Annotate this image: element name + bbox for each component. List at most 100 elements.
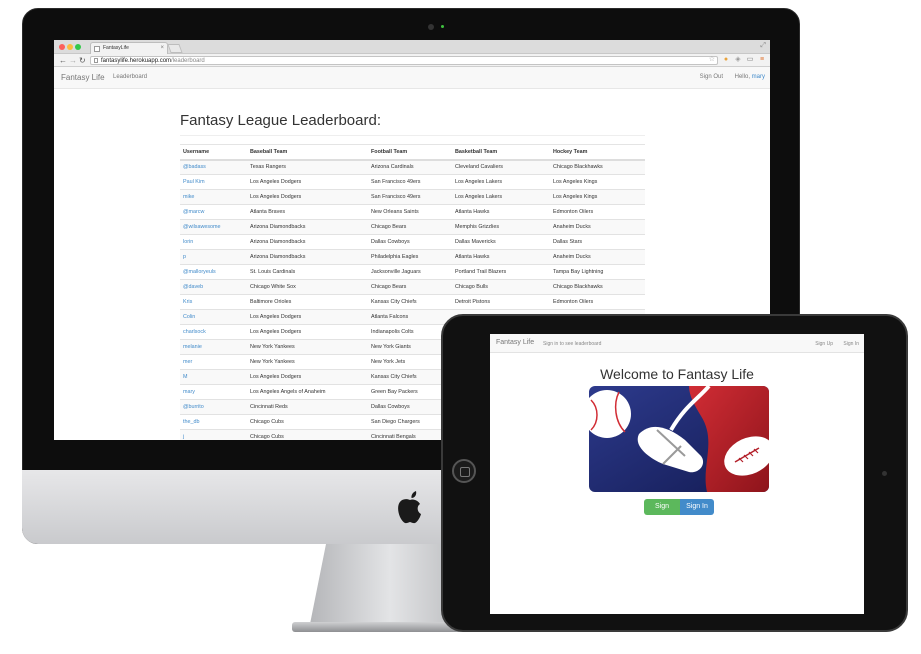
column-header: Basketball Team [452, 144, 550, 161]
team-cell: Kansas City Chiefs [368, 294, 452, 310]
column-header: Baseball Team [247, 144, 368, 161]
username-link[interactable]: @marcw [180, 204, 247, 220]
username-link[interactable]: j [180, 429, 247, 440]
team-cell: Dallas Stars [550, 234, 645, 250]
star-icon[interactable]: ☆ [709, 56, 715, 64]
table-row: mike Los Angeles Dodgers San Francisco 49e… [180, 189, 645, 205]
username-link[interactable]: Colin [180, 309, 247, 325]
team-cell: Texas Rangers [247, 159, 368, 175]
team-cell: Los Angeles Kings [550, 174, 645, 190]
team-cell: Arizona Cardinals [368, 159, 452, 175]
team-cell: Los Angeles Dodgers [247, 174, 368, 190]
username-link[interactable]: melanie [180, 339, 247, 355]
team-cell: Chicago Blackhawks [550, 279, 645, 295]
extension-icon[interactable]: ● [722, 56, 730, 64]
ipad-home-button [452, 459, 476, 483]
team-cell: Los Angeles Kings [550, 189, 645, 205]
team-cell: Chicago White Sox [247, 279, 368, 295]
fullscreen-icon[interactable]: ⤢ [760, 42, 766, 50]
team-cell: Tampa Bay Lightning [550, 264, 645, 280]
username-link[interactable]: mike [180, 189, 247, 205]
team-cell: Baltimore Orioles [247, 294, 368, 310]
url-path: /leaderboard [171, 58, 205, 64]
new-tab-button[interactable] [167, 44, 183, 53]
sign-up-button[interactable]: Sign Up [644, 499, 680, 526]
team-cell: Edmonton Oilers [550, 294, 645, 310]
welcome-heading: Welcome to Fantasy Life [600, 366, 754, 382]
auth-button-group: Sign Up Sign In [644, 499, 714, 526]
nav-username-link[interactable]: mary [752, 74, 765, 80]
team-cell: Atlanta Falcons [368, 309, 452, 325]
team-cell: Chicago Cubs [247, 414, 368, 430]
team-cell: Anaheim Ducks [550, 249, 645, 265]
username-link[interactable]: @badass [180, 159, 247, 175]
username-link[interactable]: p [180, 249, 247, 265]
tab-close-icon[interactable]: × [160, 43, 164, 54]
site-brand[interactable]: Fantasy Life [61, 73, 105, 82]
column-header: Hockey Team [550, 144, 645, 161]
ipad-nav-sign-in-link[interactable]: Sign In [843, 341, 859, 347]
menu-icon[interactable]: ≡ [758, 56, 766, 64]
ipad-navbar: Fantasy Life Sign in to see leaderboard … [490, 334, 864, 353]
username-link[interactable]: @wilsawesome [180, 219, 247, 235]
team-cell: Jacksonville Jaguars [368, 264, 452, 280]
reload-icon[interactable]: ↻ [79, 55, 86, 66]
team-cell: New York Yankees [247, 354, 368, 370]
team-cell: Cleveland Cavaliers [452, 159, 550, 175]
minimize-window-button[interactable] [67, 44, 73, 50]
browser-tab[interactable]: FantasyLife × [90, 42, 168, 54]
tab-title: FantasyLife [103, 45, 129, 51]
device-mockup-stage: FantasyLife × ⤢ ← → ↻ fantasylife.heroku… [0, 0, 921, 654]
ipad-signin-leaderboard-link[interactable]: Sign in to see leaderboard [543, 341, 601, 347]
username-link[interactable]: @daveb [180, 279, 247, 295]
cast-icon[interactable]: ▭ [746, 56, 754, 64]
nav-sign-out-link[interactable]: Sign Out [700, 74, 723, 80]
extension-icon[interactable]: ◈ [734, 56, 742, 64]
team-cell: Los Angeles Angels of Anaheim [247, 384, 368, 400]
username-link[interactable]: @burrito [180, 399, 247, 415]
sign-in-button[interactable]: Sign In [680, 499, 714, 515]
username-link[interactable]: mary [180, 384, 247, 400]
team-cell: Arizona Diamondbacks [247, 249, 368, 265]
table-row: @daveb Chicago White Sox Chicago Bears Chic… [180, 279, 645, 295]
table-row: lorin Arizona Diamondbacks Dallas Cowboys D… [180, 234, 645, 250]
username-link[interactable]: Paul Kim [180, 174, 247, 190]
nav-leaderboard-link[interactable]: Leaderboard [113, 74, 147, 80]
team-cell: New York Jets [368, 354, 452, 370]
team-cell: Chicago Bulls [452, 279, 550, 295]
username-link[interactable]: @malloryeuls [180, 264, 247, 280]
site-navbar: Fantasy Life Leaderboard Sign Out Hello,… [54, 67, 770, 89]
ipad-nav-sign-up-link[interactable]: Sign Up [815, 341, 833, 347]
back-arrow-icon[interactable]: ← [59, 55, 67, 66]
username-link[interactable]: the_db [180, 414, 247, 430]
team-cell: Los Angeles Dodgers [247, 189, 368, 205]
forward-arrow-icon[interactable]: → [69, 55, 77, 66]
close-window-button[interactable] [59, 44, 65, 50]
username-link[interactable]: M [180, 369, 247, 385]
ipad-brand[interactable]: Fantasy Life [496, 339, 534, 346]
imac-camera [428, 24, 434, 30]
table-row: p Arizona Diamondbacks Philadelphia Eagles… [180, 249, 645, 265]
zoom-window-button[interactable] [75, 44, 81, 50]
username-link[interactable]: mer [180, 354, 247, 370]
page-favicon-icon [94, 46, 100, 52]
page-title: Fantasy League Leaderboard: [180, 112, 645, 136]
team-cell: Atlanta Hawks [452, 249, 550, 265]
nav-greeting: Hello, mary [735, 74, 765, 80]
table-row: Paul Kim Los Angeles Dodgers San Francisco… [180, 174, 645, 190]
username-link[interactable]: charlsock [180, 324, 247, 340]
table-row: @badass Texas Rangers Arizona Cardinals Cle… [180, 159, 645, 175]
username-link[interactable]: Kris [180, 294, 247, 310]
apple-logo-icon [392, 488, 428, 526]
team-cell: New York Yankees [247, 339, 368, 355]
table-row: @wilsawesome Arizona Diamondbacks Chicago … [180, 219, 645, 235]
team-cell: Philadelphia Eagles [368, 249, 452, 265]
team-cell: Los Angeles Lakers [452, 174, 550, 190]
team-cell: Anaheim Ducks [550, 219, 645, 235]
address-bar[interactable]: fantasylife.herokuapp.com/leaderboard ☆ [90, 56, 718, 65]
username-link[interactable]: lorin [180, 234, 247, 250]
ipad-screen: Fantasy Life Sign in to see leaderboard … [490, 334, 864, 614]
team-cell: Los Angeles Dodgers [247, 309, 368, 325]
team-cell: Dallas Mavericks [452, 234, 550, 250]
team-cell: Detroit Pistons [452, 294, 550, 310]
